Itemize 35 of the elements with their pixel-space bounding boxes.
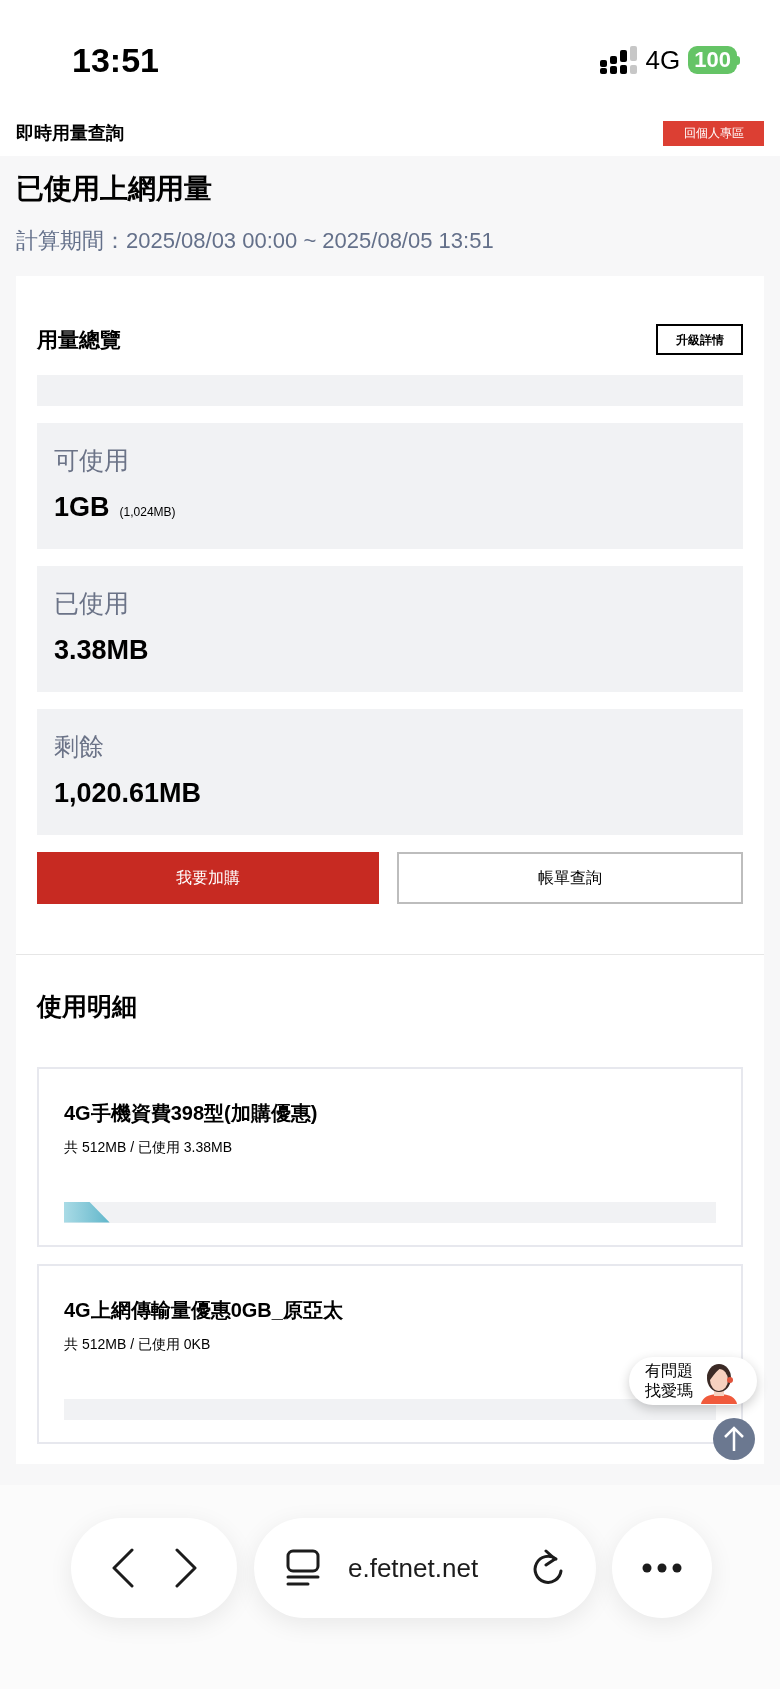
page-header-title: 即時用量查詢 [16, 121, 124, 145]
chat-assistant-button[interactable]: 有問題 找愛瑪 [629, 1357, 757, 1405]
forward-icon [173, 1548, 198, 1588]
battery-level: 100 [688, 46, 737, 74]
plan-name: 4G手機資費398型(加購優惠) [64, 1100, 319, 1126]
stat-value: 1,020.61MB [54, 776, 202, 810]
bill-inquiry-button[interactable]: 帳單查詢 [397, 851, 743, 904]
upgrade-details-button[interactable]: 升級詳情 [656, 324, 743, 356]
page-title: 已使用上網用量 [16, 172, 213, 206]
buy-more-button[interactable]: 我要加購 [37, 851, 379, 904]
personal-area-button[interactable]: 回個人專區 [663, 120, 764, 146]
back-icon [110, 1548, 135, 1588]
stat-value: 3.38MB [54, 633, 149, 667]
stat-note: (1,024MB) [119, 503, 176, 521]
plan-name: 4G上網傳輸量優惠0GB_原亞太 [64, 1297, 344, 1323]
chat-label: 找愛瑪 [645, 1381, 693, 1401]
section-title: 使用明細 [37, 990, 138, 1022]
arrow-up-icon [723, 1426, 745, 1452]
section-title: 用量總覽 [37, 327, 121, 353]
billing-period: 計算期間：2025/08/03 00:00 ~ 2025/08/05 13:51 [16, 227, 495, 255]
clock-time: 13:51 [72, 39, 159, 81]
stat-label: 可使用 [54, 444, 130, 476]
tab-overview-icon [286, 1549, 320, 1587]
reload-icon [532, 1549, 564, 1587]
stat-label: 剩餘 [54, 730, 105, 762]
network-label: 4G [645, 43, 681, 77]
plan-usage: 共 512MB / 已使用 0KB [64, 1334, 212, 1354]
signal-icon [599, 46, 638, 74]
chat-label: 有問題 [645, 1361, 693, 1381]
url-text: e.fetnet.net [348, 1551, 480, 1585]
more-icon [642, 1563, 682, 1573]
address-bar[interactable]: e.fetnet.net [254, 1518, 596, 1618]
stat-label: 已使用 [54, 587, 130, 619]
plan-usage: 共 512MB / 已使用 3.38MB [64, 1137, 234, 1157]
stat-value: 1GB [54, 490, 110, 524]
